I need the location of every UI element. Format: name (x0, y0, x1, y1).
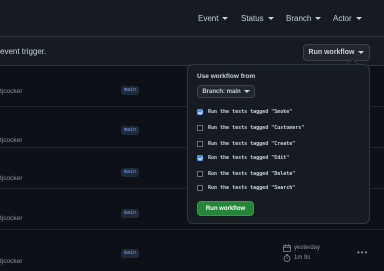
option-label: Run the tests tagged "Delete" (208, 170, 296, 177)
event-filter[interactable]: Event (198, 14, 229, 23)
chevron-down-icon (358, 51, 365, 54)
option-search[interactable]: Run the tests tagged "Search" (197, 183, 295, 192)
run-branch-badge[interactable]: main (121, 86, 140, 95)
checkbox-customers[interactable] (197, 124, 203, 131)
checkbox-search[interactable] (197, 184, 203, 191)
popup-title: Use workflow from (197, 73, 256, 80)
run-workflow-dropdown-label: Run workflow (308, 49, 355, 56)
event-filter-label: Event (198, 14, 219, 23)
option-delete[interactable]: Run the tests tagged "Delete" (197, 169, 295, 178)
filter-bar: Event Status Branch Actor (0, 0, 384, 37)
run-date: yesterday (283, 244, 320, 252)
run-branch-badge[interactable]: main (121, 249, 140, 258)
checkbox-create[interactable] (197, 140, 203, 147)
run-date-text: yesterday (294, 245, 321, 251)
run-branch-badge[interactable]: main (121, 168, 140, 177)
status-filter[interactable]: Status (241, 14, 274, 23)
stopwatch-icon (283, 254, 291, 262)
trigger-banner-text: event trigger. (0, 47, 47, 56)
branch-filter-label: Branch (286, 14, 312, 23)
chevron-down-icon (315, 17, 322, 20)
branch-select-button[interactable]: Branch: main (197, 85, 255, 98)
branch-select-label: Branch: main (202, 88, 241, 95)
actor-filter-label: Actor (333, 14, 352, 23)
run-branch-badge[interactable]: main (121, 209, 140, 218)
chevron-down-icon (243, 90, 250, 93)
option-label: Run the tests tagged "Customers" (208, 124, 305, 131)
run-actor: tjcocker (0, 175, 23, 182)
branch-filter[interactable]: Branch (286, 14, 322, 23)
run-duration-text: 1m 9s (294, 255, 311, 261)
chevron-down-icon (222, 17, 229, 20)
calendar-icon (283, 244, 291, 252)
chevron-down-icon (267, 17, 274, 20)
run-duration: 1m 9s (283, 254, 310, 262)
option-smoke[interactable]: Run the tests tagged "Smoke" (197, 107, 292, 116)
run-workflow-dropdown-button[interactable]: Run workflow (303, 44, 370, 61)
option-customers[interactable]: Run the tests tagged "Customers" (197, 123, 304, 132)
more-options-icon[interactable]: ••• (357, 248, 368, 257)
workflow-run-row[interactable]: tjcocker main (0, 230, 384, 271)
run-actor: tjcocker (0, 258, 23, 265)
option-create[interactable]: Run the tests tagged "Create" (197, 139, 295, 148)
checkbox-delete[interactable] (197, 170, 203, 177)
run-branch-badge[interactable]: main (121, 126, 140, 135)
option-label: Run the tests tagged "Smoke" (208, 108, 293, 115)
status-filter-label: Status (241, 14, 264, 23)
option-label: Run the tests tagged "Search" (208, 184, 296, 191)
checkbox-smoke[interactable] (197, 108, 203, 115)
option-label: Run the tests tagged "Create" (208, 140, 296, 147)
chevron-down-icon (355, 17, 362, 20)
run-workflow-popup: Use workflow from Branch: main Run the t… (187, 64, 370, 224)
option-label: Run the tests tagged "Edit" (208, 154, 290, 161)
run-actor: tjcocker (0, 88, 23, 95)
option-edit[interactable]: Run the tests tagged "Edit" (197, 153, 289, 162)
checkbox-edit[interactable] (197, 154, 203, 161)
actor-filter[interactable]: Actor (333, 14, 362, 23)
run-actor: tjcocker (0, 137, 23, 144)
run-workflow-submit-button[interactable]: Run workflow (197, 201, 254, 216)
run-actor: tjcocker (0, 215, 23, 222)
